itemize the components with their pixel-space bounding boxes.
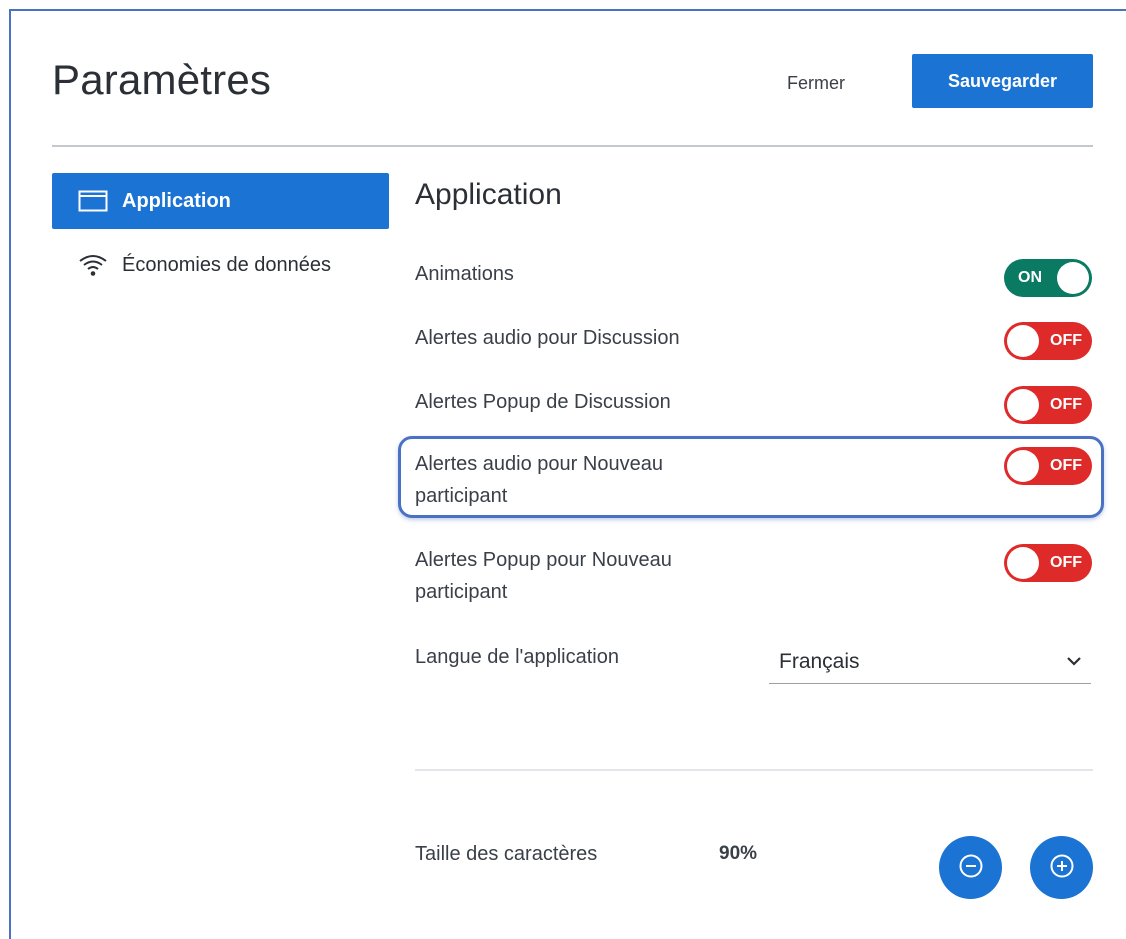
increase-font-button[interactable]	[1030, 836, 1093, 899]
font-size-label: Taille des caractères	[415, 843, 598, 865]
setting-label-animations: Animations	[415, 263, 514, 285]
toggle-state: ON	[1018, 269, 1042, 286]
toggle-state: OFF	[1050, 396, 1082, 413]
window-icon	[78, 190, 108, 212]
chevron-down-icon	[1065, 652, 1083, 670]
setting-label-language: Langue de l'application	[415, 646, 619, 668]
toggle-state: OFF	[1050, 457, 1082, 474]
toggle-knob	[1057, 262, 1089, 294]
minus-circle-icon	[958, 853, 984, 882]
animations-toggle[interactable]: ON	[1004, 259, 1092, 297]
chat-audio-alerts-toggle[interactable]: OFF	[1004, 322, 1092, 360]
font-size-value: 90%	[719, 843, 758, 864]
save-button[interactable]: Sauvegarder	[912, 54, 1093, 108]
sidebar-item-application[interactable]: Application	[52, 173, 389, 229]
sidebar-item-data-savings[interactable]: Économies de données	[52, 237, 389, 293]
chat-popup-alerts-toggle[interactable]: OFF	[1004, 386, 1092, 424]
toggle-knob	[1007, 547, 1039, 579]
wifi-icon	[78, 254, 108, 276]
setting-label-participant-audio: Alertes audio pour Nouveau participant	[415, 453, 663, 507]
setting-label-chat-audio: Alertes audio pour Discussion	[415, 327, 680, 349]
participant-popup-alerts-toggle[interactable]: OFF	[1004, 544, 1092, 582]
section-divider	[415, 769, 1093, 771]
plus-circle-icon	[1049, 853, 1075, 882]
section-title: Application	[415, 178, 562, 211]
language-value: Français	[779, 650, 860, 673]
page-title: Paramètres	[52, 56, 272, 103]
setting-label-chat-popup: Alertes Popup de Discussion	[415, 391, 671, 413]
toggle-state: OFF	[1050, 554, 1082, 571]
toggle-knob	[1007, 389, 1039, 421]
toggle-knob	[1007, 450, 1039, 482]
participant-audio-alerts-toggle[interactable]: OFF	[1004, 447, 1092, 485]
decrease-font-button[interactable]	[939, 836, 1002, 899]
setting-label-participant-popup: Alertes Popup pour Nouveau participant	[415, 549, 672, 603]
language-select[interactable]: Français	[769, 644, 1091, 684]
header-divider	[52, 145, 1093, 147]
sidebar-item-label: Économies de données	[122, 253, 332, 276]
close-button[interactable]: Fermer	[766, 68, 866, 98]
toggle-knob	[1007, 325, 1039, 357]
sidebar-item-label: Application	[122, 189, 231, 212]
toggle-state: OFF	[1050, 332, 1082, 349]
